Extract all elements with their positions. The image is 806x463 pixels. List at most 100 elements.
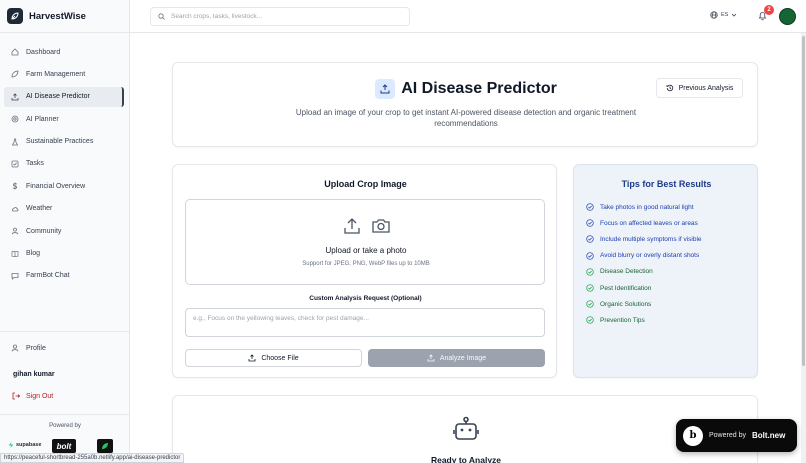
custom-request-textarea[interactable] (185, 308, 545, 337)
tip-text: Prevention Tips (600, 316, 645, 324)
choose-file-label: Choose File (261, 354, 299, 362)
sign-out-label: Sign Out (26, 392, 54, 400)
history-icon (666, 84, 673, 92)
sidebar-item-label: Dashboard (26, 48, 61, 56)
tip-item: Avoid blurry or overly distant shots (586, 248, 751, 264)
hero-card: AI Disease Predictor Upload an image of … (172, 62, 758, 147)
book-icon (11, 250, 19, 257)
sidebar-item-farmbot-chat[interactable]: FarmBot Chat (4, 266, 124, 286)
tip-item: Take photos in good natural light (586, 199, 751, 215)
search-box[interactable] (150, 7, 410, 26)
analyze-image-label: Analyze Image (439, 354, 487, 362)
previous-analysis-label: Previous Analysis (678, 84, 734, 92)
target-icon (11, 115, 19, 123)
sidebar-item-financial-overview[interactable]: Financial Overview (4, 176, 124, 196)
upload-icon (248, 354, 256, 362)
choose-file-button[interactable]: Choose File (185, 349, 362, 367)
sidebar-item-label: Blog (26, 250, 41, 258)
tip-item: Prevention Tips (586, 312, 751, 328)
powered-by-label: Powered by (49, 423, 81, 429)
sidebar-item-label: Community (26, 227, 62, 235)
tip-text: Disease Detection (600, 268, 653, 276)
sidebar-item-label: FarmBot Chat (26, 272, 70, 280)
supabase-label: supabase (16, 442, 42, 448)
sidebar-item-weather[interactable]: Weather (4, 199, 124, 219)
sidebar-nav: Dashboard Farm Management AI Disease Pre… (4, 42, 124, 288)
sidebar-item-label: Tasks (26, 160, 44, 168)
sidebar-item-community[interactable]: Community (4, 221, 124, 241)
tips-list: Take photos in good natural light Focus … (586, 199, 751, 329)
sidebar-item-blog[interactable]: Blog (4, 244, 124, 264)
check-circle-icon (586, 235, 594, 244)
tip-text: Focus on affected leaves or areas (600, 219, 698, 227)
analyze-image-button[interactable]: Analyze Image (368, 349, 545, 367)
search-icon (158, 13, 165, 20)
check-circle-icon (586, 300, 594, 308)
scrollbar-thumb[interactable] (802, 36, 805, 366)
custom-request-label: Custom Analysis Request (Optional) (309, 295, 422, 302)
robot-icon (453, 416, 479, 440)
upload-icon (11, 93, 19, 101)
sidebar-item-tasks[interactable]: Tasks (4, 154, 124, 174)
sidebar-item-label: Weather (26, 205, 53, 213)
logout-icon (12, 392, 20, 400)
sidebar-item-ai-disease-predictor[interactable]: AI Disease Predictor (4, 86, 124, 107)
upload-icon (375, 79, 396, 99)
profile-link[interactable]: Profile (11, 344, 46, 352)
check-circle-icon (586, 316, 594, 325)
profile-label: Profile (26, 344, 46, 352)
divider (0, 32, 130, 33)
upload-icon (343, 218, 360, 234)
tip-text: Avoid blurry or overly distant shots (600, 252, 700, 260)
logo-icon (7, 8, 23, 24)
tip-text: Take photos in good natural light (600, 203, 694, 211)
upload-title: Upload Crop Image (324, 179, 407, 189)
tip-item: Focus on affected leaves or areas (586, 215, 751, 231)
notification-count-badge: 2 (764, 5, 774, 15)
bolt-logo-icon: b (683, 425, 703, 446)
upload-card: Upload Crop Image Upload or take a photo… (172, 164, 557, 378)
tips-title: Tips for Best Results (621, 179, 712, 189)
page-title: AI Disease Predictor (401, 80, 557, 97)
avatar[interactable] (779, 8, 796, 25)
language-selector[interactable]: ES (710, 11, 737, 19)
check-circle-icon (586, 219, 594, 227)
check-circle-icon (586, 203, 594, 211)
users-icon (11, 227, 19, 235)
previous-analysis-button[interactable]: Previous Analysis (656, 78, 743, 98)
supabase-logo[interactable]: supabase (8, 442, 41, 448)
bolt-badge-label: Powered by (709, 432, 746, 439)
user-icon (11, 344, 19, 352)
sidebar: HarvestWise Dashboard Farm Management AI… (0, 0, 130, 463)
bolt-logo[interactable]: bolt (52, 439, 76, 453)
language-code: ES (721, 12, 729, 18)
brand[interactable]: HarvestWise (7, 8, 86, 24)
leaf-logo[interactable] (97, 439, 113, 453)
tip-text: Pest Identification (600, 284, 652, 292)
sidebar-item-sustainable-practices[interactable]: Sustainable Practices (4, 132, 124, 152)
camera-icon (371, 219, 390, 233)
checklist-icon (11, 160, 19, 168)
top-header: ES 2 (130, 0, 806, 33)
search-input[interactable] (171, 13, 401, 20)
sidebar-item-dashboard[interactable]: Dashboard (4, 42, 124, 62)
sidebar-item-farm-management[interactable]: Farm Management (4, 64, 124, 84)
status-bar-url: https://peaceful-shortbread-255a0b.netli… (0, 453, 185, 463)
chat-icon (11, 273, 19, 280)
upload-icon (427, 354, 435, 362)
sidebar-item-ai-planner[interactable]: AI Planner (4, 109, 124, 129)
flask-icon (11, 138, 19, 145)
username: gihan kumar (13, 371, 55, 378)
ready-card: Ready to Analyze (172, 395, 758, 463)
tip-item: Disease Detection (586, 264, 751, 280)
divider (0, 331, 130, 332)
tip-item: Pest Identification (586, 280, 751, 296)
image-dropzone[interactable]: Upload or take a photo Support for JPEG,… (185, 199, 545, 285)
home-icon (11, 48, 19, 56)
bolt-badge[interactable]: b Powered by Bolt.new (676, 419, 797, 452)
check-circle-icon (586, 252, 594, 260)
page-subtitle: Upload an image of your crop to get inst… (295, 108, 637, 128)
dropzone-icons (186, 216, 546, 236)
sign-out-button[interactable]: Sign Out (12, 392, 53, 400)
sidebar-item-label: AI Planner (26, 115, 59, 123)
